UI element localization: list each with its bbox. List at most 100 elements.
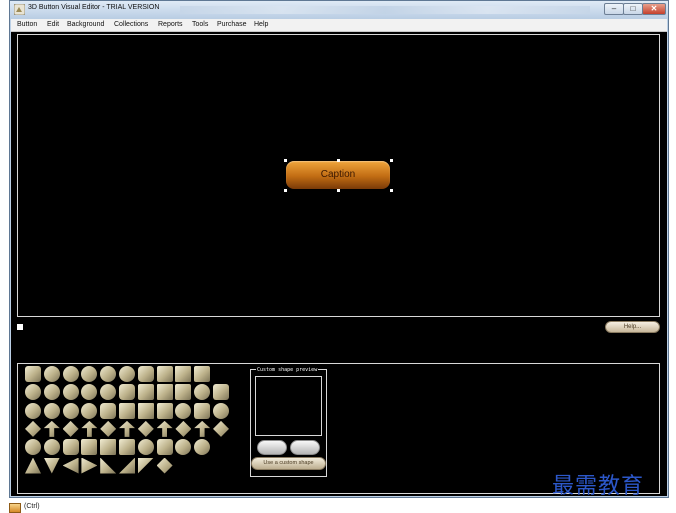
button-design-canvas[interactable]: Caption [17, 34, 660, 317]
shape-icon[interactable] [194, 439, 211, 456]
shape-icon[interactable] [175, 439, 192, 456]
shape-icon[interactable] [25, 439, 41, 456]
canvas-top-notch [311, 36, 375, 38]
shape-icon[interactable] [156, 366, 173, 382]
shape-icon[interactable] [119, 384, 135, 401]
shape-icon[interactable] [43, 439, 60, 456]
watermark: 最需教育 [552, 474, 645, 499]
shape-icon[interactable] [25, 402, 41, 419]
shape-icon[interactable] [100, 457, 117, 474]
menu-purchase[interactable]: Purchase [217, 21, 247, 28]
resize-handle-bottom-left[interactable] [284, 189, 287, 192]
shape-icon[interactable] [175, 366, 192, 382]
custom-shape-preview-label: Custom shape preview [256, 367, 319, 373]
menu-collections[interactable]: Collections [114, 21, 148, 28]
shape-icon[interactable] [81, 366, 98, 382]
shape-icon[interactable] [25, 457, 41, 474]
shape-icon[interactable] [100, 402, 117, 419]
shape-icon[interactable] [43, 420, 60, 437]
shape-icon[interactable] [62, 420, 79, 437]
use-custom-shape-button[interactable]: Use a custom shape [251, 457, 326, 470]
shape-icon[interactable] [43, 366, 60, 382]
shape-icon[interactable] [119, 439, 135, 456]
shape-icon[interactable] [81, 384, 98, 401]
shape-icon[interactable] [175, 420, 192, 437]
app-window: 3D Button Visual Editor - TRIAL VERSION … [9, 0, 669, 498]
menu-tools[interactable]: Tools [192, 21, 208, 28]
custom-shape-pill-right[interactable] [290, 440, 320, 455]
shape-icon[interactable] [100, 384, 117, 401]
resize-handle-top-right[interactable] [390, 159, 393, 162]
title-bar[interactable]: 3D Button Visual Editor - TRIAL VERSION … [10, 1, 668, 19]
menu-edit[interactable]: Edit [47, 21, 59, 28]
app-logo-icon [14, 4, 25, 15]
resize-handle-top-left[interactable] [284, 159, 287, 162]
caption-button-label: Caption [320, 169, 356, 180]
resize-handle-bottom-right[interactable] [390, 189, 393, 192]
option-checkbox[interactable] [17, 324, 23, 330]
minimize-button[interactable]: – [604, 3, 624, 15]
editor-client-area: Caption Help... Custom shape preview Use… [11, 32, 667, 496]
shape-icon[interactable] [213, 384, 229, 401]
shape-icon[interactable] [156, 402, 173, 419]
shape-icon[interactable] [156, 420, 173, 437]
shape-icon[interactable] [43, 402, 60, 419]
custom-shape-pill-left[interactable] [257, 440, 287, 455]
window-title: 3D Button Visual Editor - TRIAL VERSION [28, 4, 160, 11]
shape-icon[interactable] [156, 439, 173, 456]
shape-icon[interactable] [137, 366, 154, 382]
resize-handle-bottom[interactable] [337, 189, 340, 192]
shape-icon[interactable] [81, 457, 98, 474]
shape-icon[interactable] [43, 384, 60, 401]
caption-button-preview[interactable]: Caption [286, 161, 390, 189]
blurred-taskbar-strip [180, 6, 590, 14]
shape-icon[interactable] [175, 384, 192, 401]
shape-icon[interactable] [43, 457, 60, 474]
close-button[interactable]: ✕ [642, 3, 666, 15]
help-button[interactable]: Help... [605, 321, 660, 333]
shape-icon[interactable] [62, 366, 79, 382]
shape-icon[interactable] [25, 384, 41, 401]
shape-icon[interactable] [156, 457, 173, 474]
shape-icon[interactable] [25, 420, 41, 437]
shape-icon[interactable] [62, 402, 79, 419]
shape-icon[interactable] [137, 420, 154, 437]
shape-icon[interactable] [175, 402, 192, 419]
maximize-button[interactable]: □ [623, 3, 643, 15]
shape-icon[interactable] [119, 402, 135, 419]
shape-icon[interactable] [119, 366, 135, 382]
shape-icon[interactable] [213, 420, 229, 437]
shape-icon[interactable] [194, 420, 211, 437]
custom-shape-preview-box [255, 376, 322, 436]
menu-help[interactable]: Help [254, 21, 268, 28]
shape-gallery [25, 366, 231, 476]
shape-icon[interactable] [137, 439, 154, 456]
menu-reports[interactable]: Reports [158, 21, 183, 28]
folder-icon [9, 503, 21, 513]
shape-icon[interactable] [81, 402, 98, 419]
resize-handle-top[interactable] [337, 159, 340, 162]
menu-button[interactable]: Button [17, 21, 37, 28]
shape-icon[interactable] [100, 439, 117, 456]
shape-icon[interactable] [137, 402, 154, 419]
shape-icon[interactable] [119, 420, 135, 437]
shape-icon[interactable] [137, 384, 154, 401]
shape-icon[interactable] [194, 402, 211, 419]
shape-icon[interactable] [137, 457, 154, 474]
shape-icon[interactable] [100, 420, 117, 437]
shape-icon[interactable] [62, 457, 79, 474]
shape-icon[interactable] [81, 439, 98, 456]
menu-bar: Button Edit Background Collections Repor… [11, 19, 667, 32]
shape-icon[interactable] [194, 366, 211, 382]
shape-icon[interactable] [100, 366, 117, 382]
shape-icon[interactable] [62, 439, 79, 456]
shape-icon[interactable] [62, 384, 79, 401]
shape-icon[interactable] [194, 384, 211, 401]
taskbar-label: (Ctrl) [24, 503, 40, 510]
shape-icon[interactable] [25, 366, 41, 382]
shape-icon[interactable] [81, 420, 98, 437]
menu-background[interactable]: Background [67, 21, 104, 28]
shape-icon[interactable] [156, 384, 173, 401]
shape-icon[interactable] [213, 402, 229, 419]
shape-icon[interactable] [119, 457, 135, 474]
